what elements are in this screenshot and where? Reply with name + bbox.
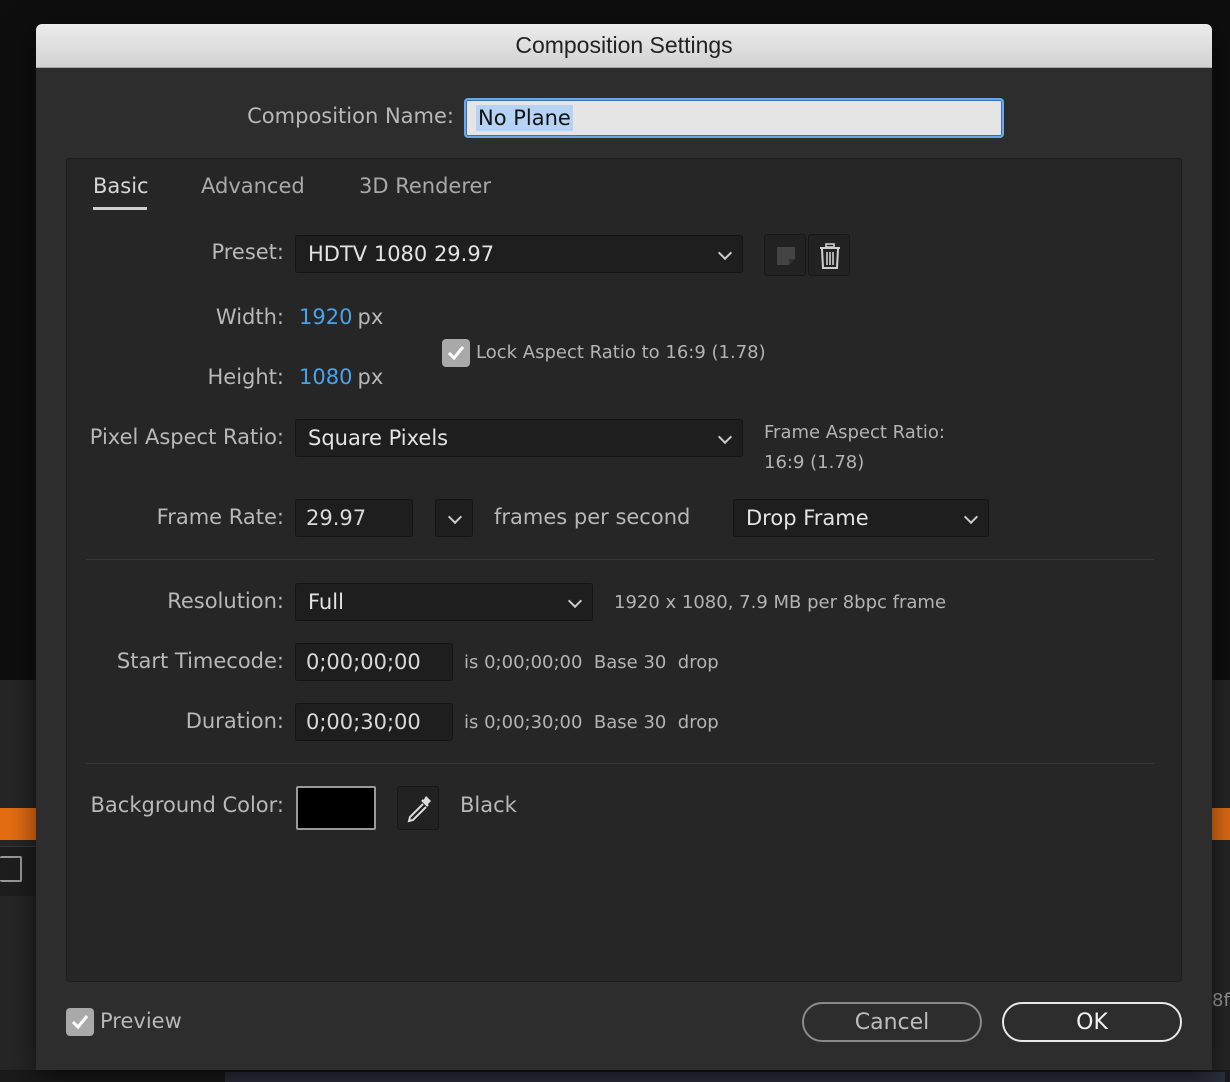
timeline-bar-right <box>1210 808 1230 840</box>
tab-3d-renderer[interactable]: 3D Renderer <box>359 174 491 198</box>
eyedropper-icon <box>407 796 431 823</box>
flowchart-icon[interactable] <box>0 856 22 882</box>
trash-icon <box>820 243 840 269</box>
preview-checkbox[interactable] <box>66 1008 94 1036</box>
tab-basic-underline <box>93 207 147 210</box>
resolution-label: Resolution: <box>167 589 284 613</box>
duration-value: 0;00;30;00 <box>306 710 421 734</box>
drop-frame-dropdown[interactable]: Drop Frame <box>733 499 989 537</box>
preset-label: Preset: <box>211 240 284 264</box>
save-preset-icon <box>777 247 795 265</box>
height-row: 1080 px <box>299 365 383 389</box>
fps-label: frames per second <box>494 505 691 529</box>
par-value: Square Pixels <box>308 426 449 450</box>
start-timecode-label: Start Timecode: <box>116 649 284 673</box>
tab-basic[interactable]: Basic <box>93 174 149 198</box>
composition-settings-dialog: Composition Settings Composition Name: N… <box>36 24 1212 1070</box>
settings-panel <box>66 158 1182 982</box>
frame-rate-input[interactable]: 29.97 <box>295 499 413 537</box>
comp-name-value: No Plane <box>476 105 573 131</box>
chevron-down-icon <box>717 429 733 445</box>
checkmark-icon <box>447 346 465 361</box>
lock-aspect-label: Lock Aspect Ratio to 16:9 (1.78) <box>476 342 766 363</box>
resolution-info: 1920 x 1080, 7.9 MB per 8bpc frame <box>614 592 947 613</box>
bg-color-swatch[interactable] <box>296 786 376 830</box>
chevron-down-icon <box>717 245 733 261</box>
par-label: Pixel Aspect Ratio: <box>89 425 284 449</box>
chevron-down-icon <box>447 509 463 525</box>
bg-color-label: Background Color: <box>90 793 285 817</box>
timeline-bar-left <box>0 808 40 840</box>
resolution-value: Full <box>308 590 344 614</box>
start-timecode-info: is 0;00;00;00 Base 30 drop <box>464 652 719 673</box>
width-row: 1920 px <box>299 305 383 329</box>
width-unit: px <box>357 305 384 329</box>
bg-color-name: Black <box>460 793 517 817</box>
duration-label: Duration: <box>185 709 284 733</box>
tab-advanced[interactable]: Advanced <box>201 174 305 198</box>
layer-row-selected <box>225 1072 1225 1082</box>
preset-value: HDTV 1080 29.97 <box>308 242 495 266</box>
frame-rate-dropdown[interactable] <box>435 499 473 537</box>
drop-frame-value: Drop Frame <box>746 506 869 530</box>
frame-aspect-label: Frame Aspect Ratio: <box>764 422 945 443</box>
par-dropdown[interactable]: Square Pixels <box>295 419 743 457</box>
eyedropper-button[interactable] <box>397 786 439 830</box>
duration-info: is 0;00;30;00 Base 30 drop <box>464 712 719 733</box>
frame-rate-label: Frame Rate: <box>156 505 284 529</box>
resolution-dropdown[interactable]: Full <box>295 583 593 621</box>
comp-name-input[interactable]: No Plane <box>464 98 1004 138</box>
height-value[interactable]: 1080 <box>299 365 352 389</box>
frame-aspect-value: 16:9 (1.78) <box>764 452 865 473</box>
comp-name-label: Composition Name: <box>247 104 454 128</box>
section-divider <box>86 763 1154 764</box>
preview-label: Preview <box>100 1009 182 1033</box>
chevron-down-icon <box>963 509 979 525</box>
start-timecode-value: 0;00;00;00 <box>306 650 421 674</box>
ok-button[interactable]: OK <box>1002 1002 1182 1042</box>
checkmark-icon <box>71 1015 89 1030</box>
duration-input[interactable]: 0;00;30;00 <box>295 703 453 741</box>
width-value[interactable]: 1920 <box>299 305 352 329</box>
cancel-button[interactable]: Cancel <box>802 1002 982 1042</box>
preset-dropdown[interactable]: HDTV 1080 29.97 <box>295 235 743 273</box>
delete-preset-button[interactable] <box>808 234 850 276</box>
height-unit: px <box>357 365 384 389</box>
height-label: Height: <box>207 365 285 389</box>
lock-aspect-checkbox[interactable] <box>442 339 470 367</box>
frame-rate-value: 29.97 <box>306 506 367 530</box>
dialog-titlebar: Composition Settings <box>36 24 1212 68</box>
section-divider <box>86 559 1154 560</box>
save-preset-button[interactable] <box>764 234 806 276</box>
dialog-title: Composition Settings <box>515 32 733 58</box>
width-label: Width: <box>215 305 284 329</box>
start-timecode-input[interactable]: 0;00;00;00 <box>295 643 453 681</box>
chevron-down-icon <box>567 593 583 609</box>
timeline-frame-label: 8f <box>1212 990 1230 1011</box>
